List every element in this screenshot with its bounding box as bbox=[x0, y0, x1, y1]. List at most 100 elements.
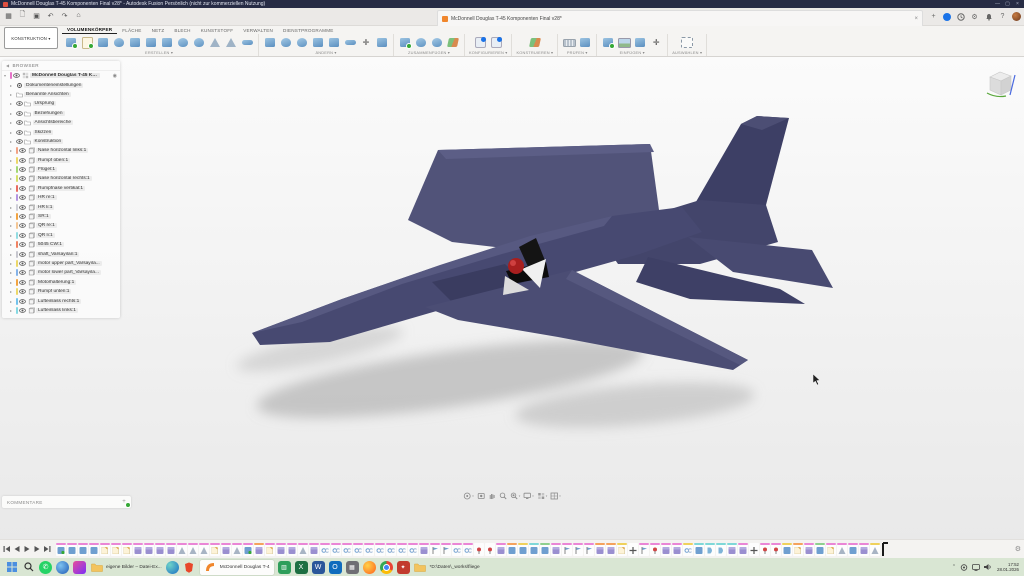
chamfer-icon[interactable] bbox=[295, 36, 309, 49]
expand-arrow-icon[interactable]: ▸ bbox=[10, 252, 14, 257]
expand-arrow-icon[interactable]: ▸ bbox=[10, 186, 14, 191]
browser-folder-item[interactable]: ▸Ansichtsbereiche bbox=[2, 118, 120, 127]
taskbar-item-edge[interactable] bbox=[166, 561, 179, 574]
timeline-feature-icon[interactable] bbox=[540, 543, 550, 556]
measure-icon[interactable] bbox=[562, 36, 576, 49]
pattern-icon[interactable] bbox=[144, 36, 158, 49]
timeline-feature-icon[interactable] bbox=[837, 543, 847, 556]
browser-component-item[interactable]: ▸Rumpf oben:1 bbox=[2, 156, 120, 165]
coil-icon[interactable] bbox=[208, 36, 222, 49]
extensions-icon[interactable]: ⌂ bbox=[73, 10, 84, 21]
taskbar-item-explorer[interactable]: *D:\Daten\_works\fliege bbox=[414, 561, 480, 574]
add-comment-button[interactable]: + bbox=[122, 499, 126, 505]
revolve-icon[interactable] bbox=[112, 36, 126, 49]
timeline-feature-icon[interactable] bbox=[408, 543, 418, 556]
timeline-feature-icon[interactable] bbox=[485, 543, 495, 556]
timeline-feature-icon[interactable] bbox=[419, 543, 429, 556]
expand-arrow-icon[interactable]: ▸ bbox=[10, 176, 14, 181]
browser-folder-item[interactable]: ▸Skizzen bbox=[2, 127, 120, 136]
timeline-feature-icon[interactable] bbox=[67, 543, 77, 556]
comments-bar[interactable]: KOMMENTARE + bbox=[2, 496, 131, 508]
timeline-feature-icon[interactable] bbox=[562, 543, 572, 556]
browser-folder-item[interactable]: ▸Ursprung bbox=[2, 99, 120, 108]
construction-plane-icon[interactable] bbox=[528, 36, 542, 49]
expand-arrow-icon[interactable]: ▸ bbox=[10, 242, 14, 247]
create-sketch-icon[interactable] bbox=[80, 36, 94, 49]
timeline-feature-icon[interactable] bbox=[573, 543, 583, 556]
timeline-feature-icon[interactable] bbox=[463, 543, 473, 556]
taskbar-item-calculator[interactable]: ▦ bbox=[346, 561, 359, 574]
expand-arrow-icon[interactable]: ▸ bbox=[10, 167, 14, 172]
browser-folder-item[interactable]: ▸Benannte Ansichten bbox=[2, 90, 120, 99]
browser-component-item[interactable]: ▸QR re:1 bbox=[2, 221, 120, 230]
timeline-feature-icon[interactable] bbox=[331, 543, 341, 556]
timeline-feature-icon[interactable] bbox=[738, 543, 748, 556]
browser-component-item[interactable]: ▸5045 CW:1 bbox=[2, 240, 120, 249]
insert-derive-icon[interactable] bbox=[601, 36, 615, 49]
save-icon[interactable]: ▣ bbox=[31, 10, 42, 21]
timeline-feature-icon[interactable] bbox=[177, 543, 187, 556]
view-cube[interactable] bbox=[982, 65, 1018, 110]
timeline-feature-icon[interactable] bbox=[650, 543, 660, 556]
step-back-button[interactable] bbox=[13, 545, 21, 553]
timeline-feature-icon[interactable] bbox=[672, 543, 682, 556]
timeline-feature-icon[interactable] bbox=[584, 543, 594, 556]
model-viewport[interactable]: ◀ BROWSER ▾McDonnell Douglas T-45 Ko...◉… bbox=[0, 57, 1024, 542]
timeline-feature-icon[interactable] bbox=[320, 543, 330, 556]
minimize-button[interactable]: — bbox=[994, 0, 1001, 8]
timeline-feature-icon[interactable] bbox=[221, 543, 231, 556]
insert-mesh-icon[interactable] bbox=[633, 36, 647, 49]
expand-arrow-icon[interactable]: ▸ bbox=[10, 233, 14, 238]
timeline-feature-icon[interactable] bbox=[100, 543, 110, 556]
display-settings-icon[interactable]: ▾ bbox=[523, 492, 534, 500]
timeline-feature-icon[interactable] bbox=[78, 543, 88, 556]
combine-icon[interactable] bbox=[327, 36, 341, 49]
move-icon[interactable]: ✛ bbox=[359, 36, 373, 49]
align-icon[interactable] bbox=[375, 36, 389, 49]
step-forward-button[interactable] bbox=[33, 545, 41, 553]
expand-arrow-icon[interactable]: ▸ bbox=[10, 83, 14, 88]
section-analysis-icon[interactable] bbox=[578, 36, 592, 49]
browser-root-item[interactable]: ▾McDonnell Douglas T-45 Ko...◉ bbox=[2, 71, 120, 80]
browser-component-item[interactable]: ▸SR:1 bbox=[2, 212, 120, 221]
expand-arrow-icon[interactable]: ▸ bbox=[10, 280, 14, 285]
play-button[interactable] bbox=[23, 545, 31, 553]
timeline-feature-icon[interactable] bbox=[793, 543, 803, 556]
configuration-icon[interactable] bbox=[473, 36, 487, 49]
timeline-feature-icon[interactable] bbox=[441, 543, 451, 556]
tray-eject-icon[interactable] bbox=[960, 564, 968, 571]
timeline-feature-icon[interactable] bbox=[804, 543, 814, 556]
bell-icon[interactable] bbox=[984, 12, 993, 21]
timeline-feature-icon[interactable] bbox=[353, 543, 363, 556]
timeline-feature-icon[interactable] bbox=[859, 543, 869, 556]
timeline-feature-icon[interactable] bbox=[606, 543, 616, 556]
timeline-feature-icon[interactable] bbox=[243, 543, 253, 556]
taskbar-item-excel[interactable]: X bbox=[295, 561, 308, 574]
taskbar-item-photos[interactable] bbox=[73, 561, 86, 574]
timeline-feature-icon[interactable] bbox=[716, 543, 726, 556]
browser-folder-item[interactable]: ▸Dokumenteneinstellungen bbox=[2, 80, 120, 89]
undo-icon[interactable]: ↶ bbox=[45, 10, 56, 21]
gear-icon[interactable]: ⚙ bbox=[970, 12, 979, 21]
fit-icon[interactable]: ▾ bbox=[510, 492, 521, 500]
taskbar-item-firefox[interactable] bbox=[363, 561, 376, 574]
document-tab[interactable]: McDonnell Douglas T-45 Komponenten Final… bbox=[437, 10, 923, 26]
taskbar-clock[interactable]: 17:52 28.01.2026 bbox=[997, 562, 1019, 573]
box-icon[interactable] bbox=[160, 36, 174, 49]
timeline-feature-icon[interactable] bbox=[386, 543, 396, 556]
expand-arrow-icon[interactable]: ▸ bbox=[10, 270, 14, 275]
timeline-feature-icon[interactable] bbox=[826, 543, 836, 556]
expand-arrow-icon[interactable]: ▸ bbox=[10, 299, 14, 304]
timeline-feature-icon[interactable] bbox=[298, 543, 308, 556]
new-tab-button[interactable]: + bbox=[929, 12, 938, 21]
grid-snaps-icon[interactable]: ▾ bbox=[537, 492, 548, 500]
insert-move-icon[interactable]: ✛ bbox=[649, 36, 663, 49]
timeline-feature-icon[interactable] bbox=[507, 543, 517, 556]
split-body-icon[interactable] bbox=[343, 36, 357, 49]
browser-component-item[interactable]: ▸Nase horizontal links:1 bbox=[2, 146, 120, 155]
timeline-feature-icon[interactable] bbox=[661, 543, 671, 556]
fillet-icon[interactable] bbox=[279, 36, 293, 49]
timeline-feature-icon[interactable] bbox=[430, 543, 440, 556]
close-button[interactable]: × bbox=[1014, 0, 1021, 8]
taskbar-item-red-app[interactable]: ✦ bbox=[397, 561, 410, 574]
